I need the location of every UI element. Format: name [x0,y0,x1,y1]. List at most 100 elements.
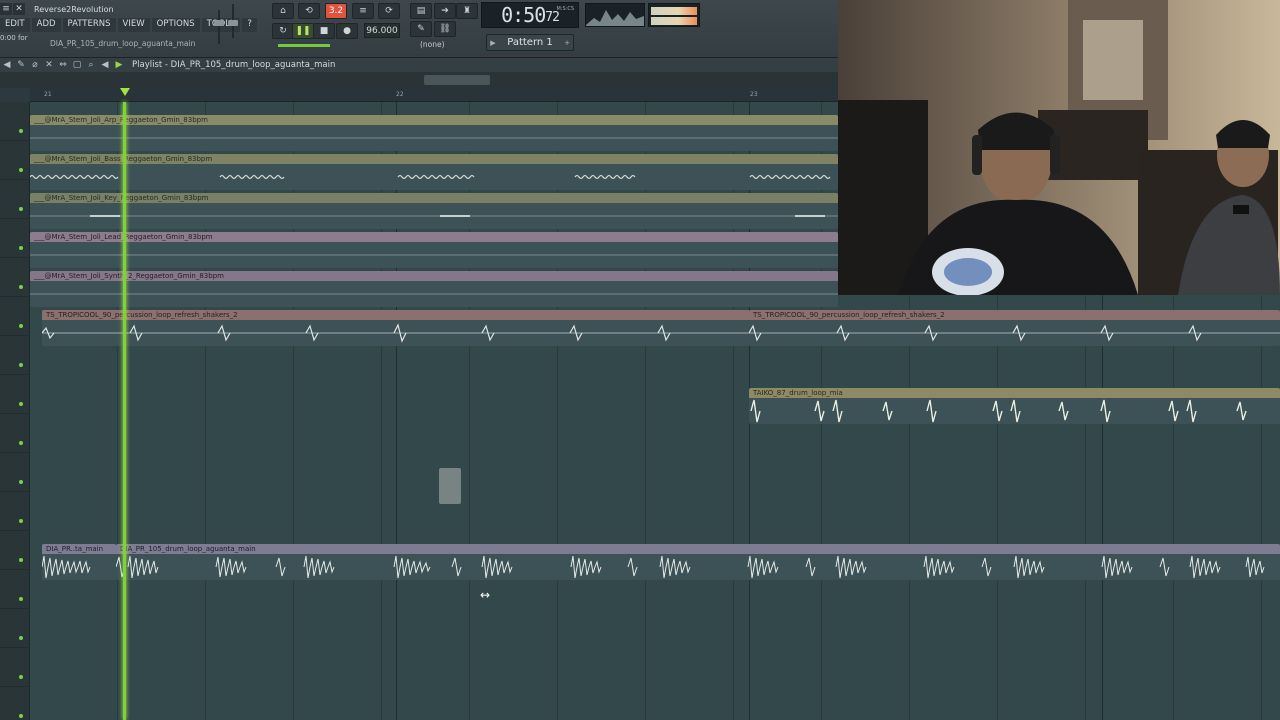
track-header[interactable] [0,180,30,219]
track-header[interactable] [0,375,30,414]
app-menu-icon[interactable]: ≡ [0,3,12,15]
waveform [116,555,1265,579]
track-header[interactable] [0,414,30,453]
slider-rail [218,10,220,44]
loop-record-icon[interactable]: ⟳ [378,3,400,19]
track-led[interactable] [19,597,23,601]
track-led[interactable] [19,636,23,640]
track-header[interactable] [0,570,30,609]
menu-options[interactable]: OPTIONS [151,18,200,32]
metronome-icon[interactable]: ⌂ [272,3,294,19]
record-mode-button[interactable]: 3.2 [325,3,347,19]
scrollbar-thumb[interactable] [424,75,490,85]
track-led[interactable] [19,207,23,211]
delete-tool-icon[interactable]: ✕ [42,60,56,70]
track-header[interactable] [0,141,30,180]
menu-view[interactable]: VIEW [117,18,150,32]
track-led[interactable] [19,714,23,718]
pencil-tool-icon[interactable]: ✎ [14,60,28,70]
track-led[interactable] [19,675,23,679]
arrow-right-icon[interactable]: ➔ [434,3,456,19]
menu-help[interactable]: ? [242,18,257,32]
link-icon[interactable]: ⛓ [434,21,456,37]
tempo-display[interactable]: 96.000 [364,23,400,38]
clip-name: ___@MrA_Stem_Joli_Lead_Reggaeton_Gmin_83… [30,232,838,242]
wait-for-input-icon[interactable]: ⟲ [298,3,320,19]
waveform [30,293,838,295]
audio-clip[interactable]: ___@MrA_Stem_Joli_Lead_Reggaeton_Gmin_83… [30,232,838,268]
audio-clip[interactable]: TS_TROPICOOL_90_percussion_loop_refresh_… [749,310,1280,346]
audio-clip[interactable]: ___@MrA_Stem_Joli_Arp_Reggaeton_Gmin_83b… [30,115,838,151]
track-led[interactable] [19,168,23,172]
track-header[interactable] [0,336,30,375]
bar-number: 23 [750,91,758,98]
stamp-icon[interactable]: ♜ [456,3,478,19]
audio-clip[interactable]: TAIKO_87_drum_loop_mia [749,388,1280,424]
add-pattern-icon[interactable]: + [561,39,573,47]
track-led[interactable] [19,480,23,484]
stop-button[interactable]: ■ [313,23,335,39]
audio-clip[interactable]: DIA_PR..ta_main [42,544,116,580]
track-header[interactable] [0,648,30,687]
menu-edit[interactable]: EDIT [0,18,30,32]
track-header[interactable] [0,531,30,570]
menu-add[interactable]: ADD [31,18,61,32]
clip-name: DIA_PR..ta_main [42,544,116,554]
track-led[interactable] [19,519,23,523]
track-led[interactable] [19,246,23,250]
pencil-icon[interactable]: ✎ [410,21,432,37]
track-led[interactable] [19,285,23,289]
slider-handle[interactable] [214,20,224,26]
track-led[interactable] [19,441,23,445]
track-header[interactable] [0,453,30,492]
track-led[interactable] [19,363,23,367]
track-header[interactable] [0,258,30,297]
brush-tool-icon[interactable]: ⌀ [28,60,42,70]
clip-waveform [30,164,838,190]
playback-tool-icon[interactable]: ▶ [112,60,126,70]
track-header[interactable] [0,102,30,141]
webcam-overlay [838,0,1280,295]
audio-clip[interactable]: TS_TROPICOOL_90_percussion_loop_refresh_… [42,310,750,346]
current-file-name: DIA_PR_105_drum_loop_aguanta_main [50,39,196,48]
audio-clip[interactable]: ___@MrA_Stem_Joli_Bass_Reggaeton_Gmin_83… [30,154,838,190]
record-button[interactable]: ● [336,23,358,39]
track-header[interactable] [0,687,30,720]
track-led[interactable] [19,324,23,328]
playhead-marker[interactable] [120,88,130,96]
song-time-display[interactable]: 0:50 72 M:S:CS [481,2,579,28]
zoom-tool-icon[interactable]: ◀ [98,60,112,70]
pattern-selector[interactable]: ▶ Pattern 1 + [486,34,574,51]
song-mode-icon[interactable]: ↻ [272,23,294,39]
webcam-image [838,0,1280,295]
master-volume-slider[interactable] [214,10,224,44]
step-edit-icon[interactable]: ≡ [352,3,374,19]
select-tool-icon[interactable]: ⌕ [84,60,98,70]
close-icon[interactable]: ✕ [13,3,25,15]
audio-clip[interactable]: ___@MrA_Stem_Joli_Key_Reggaeton_Gmin_83b… [30,193,838,229]
track-led[interactable] [19,129,23,133]
menu-patterns[interactable]: PATTERNS [62,18,116,32]
waveform [42,323,750,343]
playhead[interactable] [123,102,126,720]
master-pitch-slider[interactable] [228,4,238,38]
audio-clip[interactable]: DIA_PR_105_drum_loop_aguanta_main [116,544,1280,580]
audio-clip[interactable]: ___@MrA_Stem_Joli_Synth_2_Reggaeton_Gmin… [30,271,838,307]
options-icon[interactable]: ◀ [0,60,14,70]
play-icon[interactable]: ▶ [487,39,499,47]
master-level-bar[interactable] [278,44,330,47]
track-header[interactable] [0,297,30,336]
slider-handle[interactable] [228,20,238,26]
clip-waveform [116,554,1280,580]
track-header[interactable] [0,609,30,648]
track-led[interactable] [19,558,23,562]
mute-tool-icon[interactable]: ⇔ [56,60,70,70]
track-header[interactable] [0,492,30,531]
track-header[interactable] [0,219,30,258]
track-led[interactable] [19,402,23,406]
pause-button[interactable]: ❚❚ [292,23,314,39]
dragged-clip-ghost[interactable] [439,468,461,504]
snap-icon[interactable]: ▤ [410,3,432,19]
pattern-mode-label[interactable]: (none) [420,40,445,49]
slip-tool-icon[interactable]: ▢ [70,60,84,70]
